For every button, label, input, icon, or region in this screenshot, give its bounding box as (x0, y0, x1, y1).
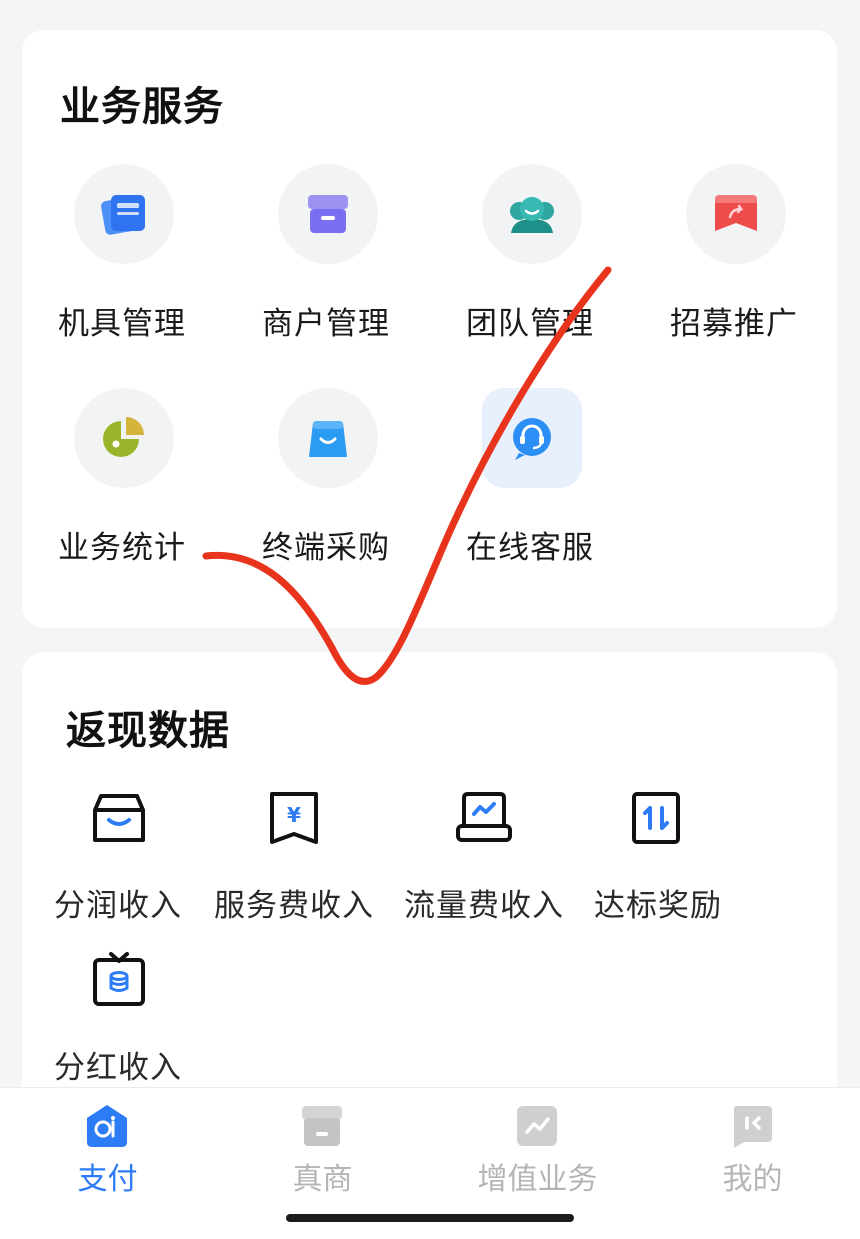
service-label: 团队管理 (466, 306, 594, 342)
rebate-label: 服务费收入 (214, 888, 374, 924)
service-device-management[interactable]: 机具管理 (22, 164, 222, 354)
tab-real-merchant[interactable]: 真商 (215, 1088, 430, 1198)
tab-value-added[interactable]: 增值业务 (430, 1088, 645, 1198)
service-label: 终端采购 (262, 530, 390, 566)
service-label: 业务统计 (58, 530, 186, 566)
rebate-label: 达标奖励 (594, 888, 722, 924)
pay-home-icon (83, 1102, 131, 1150)
service-label: 机具管理 (58, 306, 186, 342)
tab-label: 支付 (77, 1162, 138, 1197)
service-label: 招募推广 (670, 306, 798, 342)
exchange-arrows-icon (626, 788, 686, 848)
rebate-profit-share[interactable]: 分润收入 (54, 788, 234, 938)
share-envelope-icon (686, 164, 786, 264)
service-merchant-management[interactable]: 商户管理 (226, 164, 426, 354)
service-business-statistics[interactable]: 业务统计 (22, 388, 222, 578)
store-icon (298, 1102, 346, 1150)
device-cards-icon (74, 164, 174, 264)
home-indicator (286, 1214, 574, 1222)
rebate-label: 流量费收入 (404, 888, 564, 924)
tab-label: 增值业务 (477, 1162, 598, 1197)
shopping-bag-icon (278, 388, 378, 488)
tab-label: 真商 (292, 1162, 353, 1197)
rebate-label: 分润收入 (54, 888, 182, 924)
rebate-service-fee[interactable]: ¥ 服务费收入 (212, 788, 392, 938)
rebate-data-title: 返现数据 (66, 708, 230, 754)
service-online-support[interactable]: 在线客服 (430, 388, 630, 578)
svg-text:¥: ¥ (287, 803, 301, 827)
basket-icon (89, 788, 149, 848)
coin-clipboard-icon (89, 950, 149, 1010)
tab-label: 我的 (722, 1162, 783, 1197)
service-recruit-promotion[interactable]: 招募推广 (634, 164, 834, 354)
rebate-traffic-fee[interactable]: 流量费收入 (402, 788, 582, 938)
rebate-dividend[interactable]: 分红收入 (54, 950, 234, 1100)
customer-service-icon (482, 388, 582, 488)
team-people-icon (482, 164, 582, 264)
profile-icon (728, 1102, 776, 1150)
service-team-management[interactable]: 团队管理 (430, 164, 630, 354)
tab-mine[interactable]: 我的 (645, 1088, 860, 1198)
service-label: 商户管理 (262, 306, 390, 342)
business-services-title: 业务服务 (60, 84, 224, 130)
traffic-terminal-icon (454, 788, 514, 848)
yen-receipt-icon: ¥ (264, 788, 324, 848)
rebate-data-card: 返现数据 分润收入 ¥ 服务费收入 流量费收入 达标奖励 分红收入 (22, 652, 837, 1112)
shop-box-icon (278, 164, 378, 264)
business-services-card: 业务服务 机具管理 商户管理 团队管理 招募推广 业务统计 终端采购 在线客服 (22, 30, 837, 628)
rebate-label: 分红收入 (54, 1050, 182, 1086)
growth-chart-icon (513, 1102, 561, 1150)
service-label: 在线客服 (466, 530, 594, 566)
pie-chart-icon (74, 388, 174, 488)
rebate-target-reward[interactable]: 达标奖励 (594, 788, 754, 938)
service-terminal-purchase[interactable]: 终端采购 (226, 388, 426, 578)
tab-pay[interactable]: 支付 (0, 1088, 215, 1198)
